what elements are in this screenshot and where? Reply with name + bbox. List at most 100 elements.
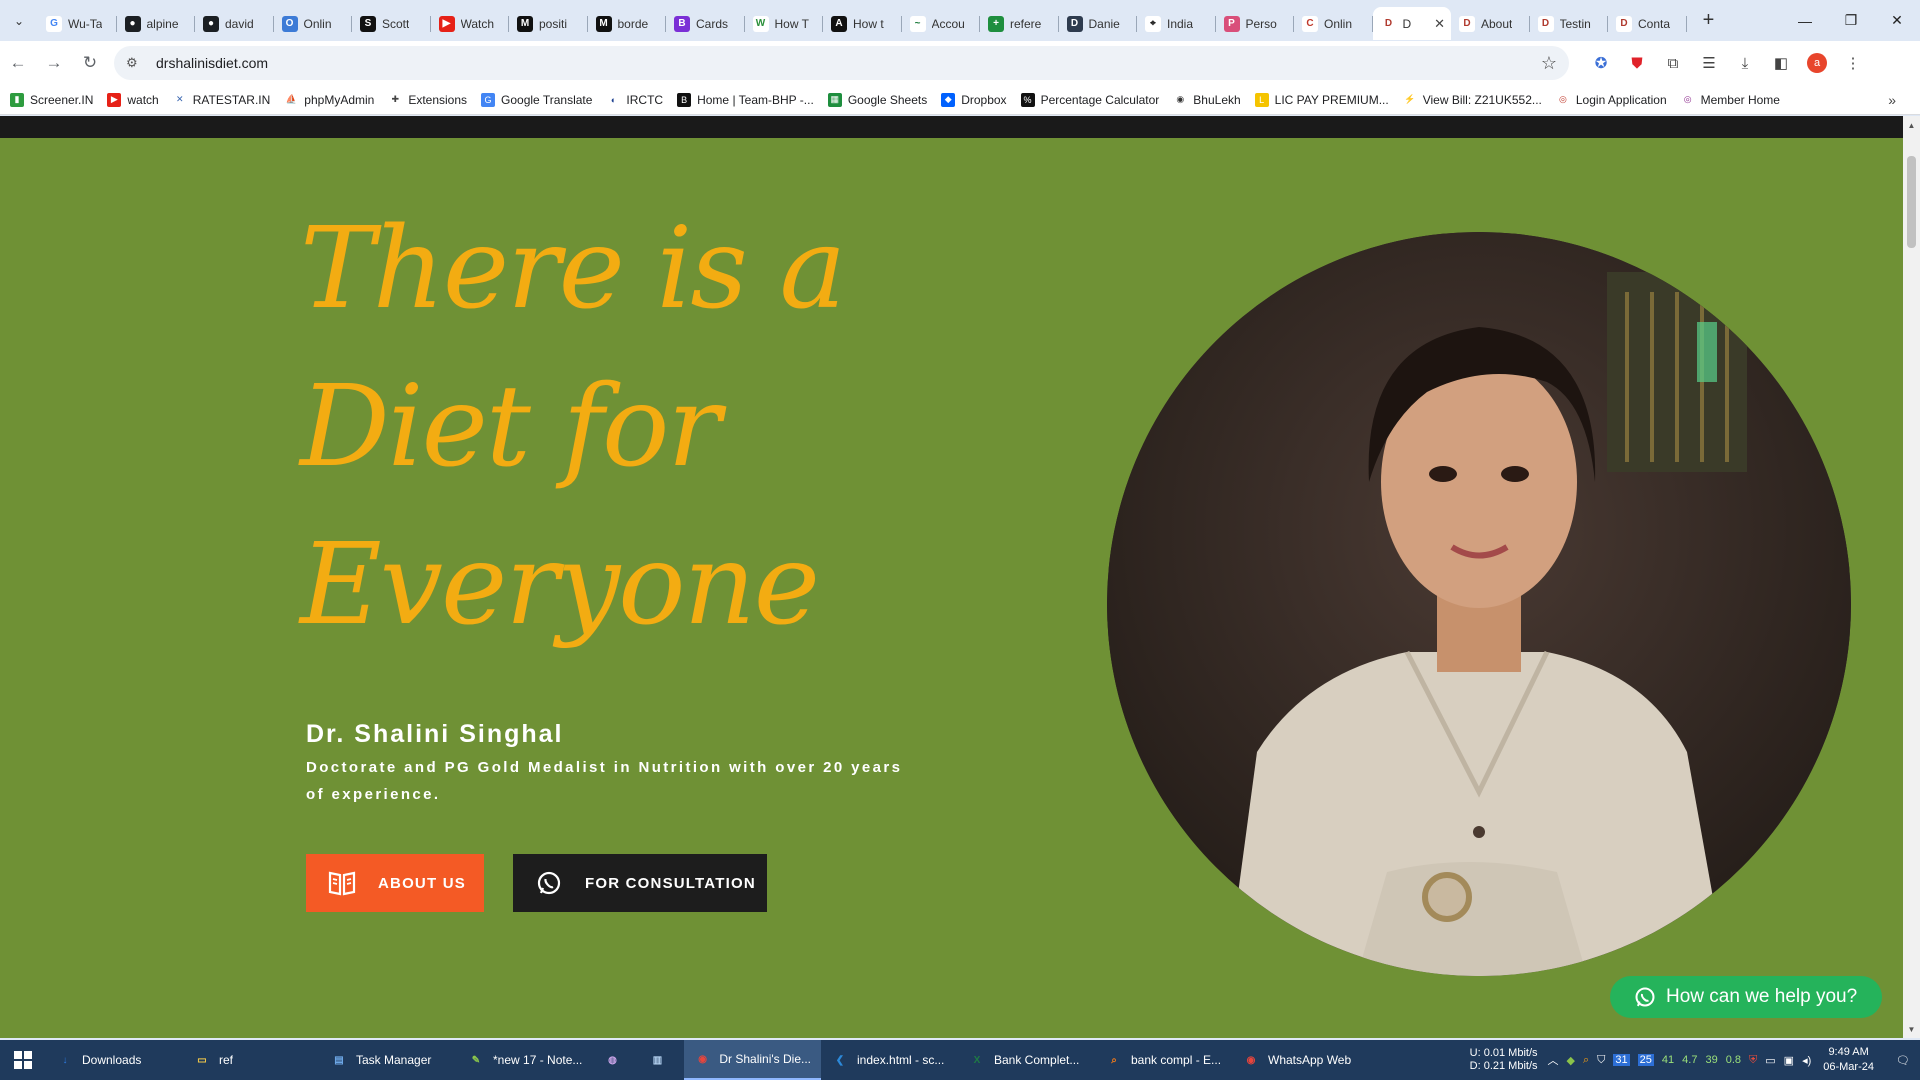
bookmark-item[interactable]: ⛵ phpMyAdmin <box>284 92 374 107</box>
consultation-button[interactable]: FOR CONSULTATION <box>513 854 767 912</box>
taskbar-item[interactable]: X Bank Complet... <box>958 1040 1095 1080</box>
site-info-icon[interactable]: ⚙ <box>126 55 146 71</box>
browser-tab[interactable]: ⌖ India <box>1137 7 1216 40</box>
forward-button[interactable]: → <box>36 45 72 81</box>
bookmark-item[interactable]: G Google Translate <box>481 92 592 107</box>
tab-favicon-icon: S <box>360 15 376 32</box>
scrollbar-thumb[interactable] <box>1907 156 1916 248</box>
tab-title: About <box>1481 16 1513 31</box>
bookmark-item[interactable]: L LIC PAY PREMIUM... <box>1254 92 1389 107</box>
browser-tab[interactable]: ● alpine <box>117 7 196 40</box>
tab-title: Perso <box>1245 16 1277 31</box>
url-text[interactable]: drshalinisdiet.com <box>156 55 1541 71</box>
reading-list-button[interactable]: ☰ <box>1691 45 1727 81</box>
tab-favicon-icon: W <box>752 15 769 32</box>
tab-title: Onlin <box>1324 16 1353 31</box>
browser-tab[interactable]: A How t <box>823 7 902 40</box>
bookmark-label: Extensions <box>408 92 468 107</box>
taskbar-item[interactable]: ▥ <box>639 1040 684 1080</box>
side-panel-button[interactable]: ◧ <box>1763 45 1799 81</box>
new-tab-button[interactable]: + <box>1693 9 1725 32</box>
scroll-down-arrow[interactable]: ▼ <box>1903 1022 1920 1036</box>
browser-tab[interactable]: D About <box>1451 7 1530 40</box>
search-tool-icon[interactable]: ⌕ <box>1583 1054 1589 1067</box>
tray-app-icon[interactable]: ◆ <box>1567 1054 1575 1067</box>
bookmark-item[interactable]: ▶ watch <box>107 92 159 107</box>
taskbar-item[interactable]: ⌕ bank compl - E... <box>1095 1040 1232 1080</box>
taskbar-item[interactable]: ❮ index.html - sc... <box>821 1040 958 1080</box>
taskbar-item[interactable]: ↓ Downloads <box>46 1040 183 1080</box>
browser-tab[interactable]: O Onlin <box>274 7 353 40</box>
page-scrollbar[interactable]: ▲ ▼ <box>1903 116 1920 1038</box>
reload-button[interactable]: ↻ <box>72 45 108 81</box>
tab-search-button[interactable]: ⌄ <box>0 0 38 41</box>
help-chat-button[interactable]: How can we help you? <box>1610 976 1882 1018</box>
bookmark-item[interactable]: ✚ Extensions <box>388 92 468 107</box>
taskbar-item[interactable]: ◉ Dr Shalini's Die... <box>684 1040 821 1080</box>
extension-icon-2[interactable]: ⛊ <box>1619 45 1655 81</box>
taskbar-item[interactable]: ▭ ref <box>183 1040 320 1080</box>
headline-line: Diet for <box>300 362 721 492</box>
about-us-button[interactable]: ABOUT US <box>306 854 484 912</box>
browser-tab[interactable]: G Wu-Ta <box>38 7 117 40</box>
restore-button[interactable]: ❐ <box>1828 0 1874 41</box>
scroll-up-arrow[interactable]: ▲ <box>1903 118 1920 132</box>
bookmark-item[interactable]: ⚡ View Bill: Z21UK552... <box>1402 92 1542 107</box>
tab-favicon-icon: D <box>1380 15 1397 32</box>
address-bar[interactable]: ⚙ drshalinisdiet.com ☆ <box>114 46 1569 80</box>
downloads-button[interactable]: ⤓ <box>1727 45 1763 81</box>
bookmark-star-icon[interactable]: ☆ <box>1541 53 1557 74</box>
start-button[interactable] <box>0 1040 46 1080</box>
extension-icon-1[interactable]: ✪ <box>1583 45 1619 81</box>
volume-icon[interactable]: ◂) <box>1802 1054 1811 1067</box>
taskbar-item[interactable]: ✎ *new 17 - Note... <box>457 1040 594 1080</box>
tray-calendar-badge[interactable]: 25 <box>1637 1054 1654 1066</box>
taskbar-item[interactable]: ▤ Task Manager <box>320 1040 457 1080</box>
close-tab-icon[interactable]: ✕ <box>1434 16 1445 32</box>
bookmark-item[interactable]: B Home | Team-BHP -... <box>677 92 814 107</box>
bookmark-item[interactable]: % Percentage Calculator <box>1020 92 1159 107</box>
browser-tab[interactable]: D Danie <box>1059 7 1138 40</box>
minimize-button[interactable]: — <box>1782 0 1828 41</box>
bookmark-favicon-icon: ⛵ <box>284 92 299 107</box>
more-bookmarks-icon[interactable]: » <box>1888 92 1896 108</box>
browser-tab[interactable]: D Conta <box>1608 7 1687 40</box>
browser-tab[interactable]: + refere <box>980 7 1059 40</box>
bookmark-item[interactable]: ◐ IRCTC <box>606 92 663 107</box>
tray-shield-icon[interactable]: ⛉ <box>1597 1054 1605 1067</box>
browser-tab[interactable]: B Cards <box>666 7 745 40</box>
bookmark-item[interactable]: ◎ Login Application <box>1555 92 1667 107</box>
browser-tab[interactable]: D Testin <box>1530 7 1609 40</box>
notification-button[interactable]: 🗨 <box>1886 1040 1920 1080</box>
browser-tab[interactable]: Mpositi <box>509 7 588 40</box>
browser-tab[interactable]: C Onlin <box>1294 7 1373 40</box>
profile-button[interactable]: a <box>1799 45 1835 81</box>
chevron-up-icon[interactable]: ︿ <box>1548 1052 1559 1068</box>
taskbar-item[interactable]: ◉ WhatsApp Web <box>1232 1040 1369 1080</box>
browser-tab[interactable]: S Scott <box>352 7 431 40</box>
menu-button[interactable]: ⋮ <box>1835 45 1871 81</box>
browser-tab[interactable]: ● david <box>195 7 274 40</box>
battery-icon[interactable]: ▭ <box>1765 1054 1775 1067</box>
browser-tab[interactable]: W How T <box>745 7 824 40</box>
system-clock[interactable]: 9:49 AM 06-Mar-24 <box>1823 1045 1874 1075</box>
bookmark-item[interactable]: ▮ Screener.IN <box>10 92 93 107</box>
bookmark-item[interactable]: ◎ Member Home <box>1680 92 1780 107</box>
help-chat-label: How can we help you? <box>1666 986 1858 1007</box>
back-button[interactable]: ← <box>0 45 36 81</box>
bookmark-item[interactable]: ▦ Google Sheets <box>827 92 927 107</box>
browser-tab[interactable]: D D ✕ <box>1372 7 1451 40</box>
browser-tab[interactable]: Mborde <box>588 7 667 40</box>
browser-tab[interactable]: P Perso <box>1216 7 1295 40</box>
taskbar-item[interactable]: ◍ <box>594 1040 639 1080</box>
network-icon[interactable]: ▣ <box>1784 1054 1794 1067</box>
bookmark-item[interactable]: ◉ BhuLekh <box>1173 92 1241 107</box>
browser-tab[interactable]: ~ Accou <box>902 7 981 40</box>
tray-calendar-badge[interactable]: 31 <box>1613 1054 1630 1066</box>
extensions-button[interactable]: ⧉ <box>1655 45 1691 81</box>
tray-badge-icon[interactable]: ⛨ <box>1749 1054 1757 1067</box>
bookmark-item[interactable]: ✕ RATESTAR.IN <box>172 92 270 107</box>
bookmark-item[interactable]: ◆ Dropbox <box>941 92 1007 107</box>
close-window-button[interactable]: ✕ <box>1874 0 1920 41</box>
browser-tab[interactable]: ▶ Watch <box>431 7 510 40</box>
